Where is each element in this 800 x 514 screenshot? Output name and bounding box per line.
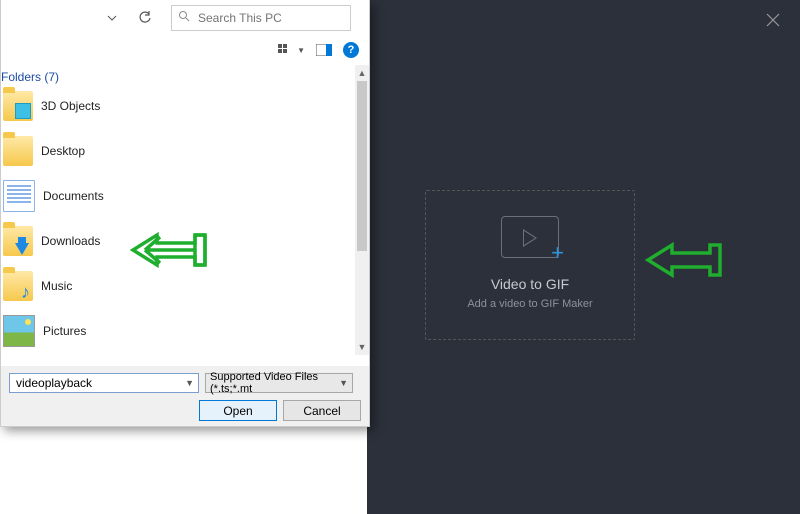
- folder-documents[interactable]: Documents: [3, 178, 369, 214]
- dropzone-title: Video to GIF: [426, 276, 634, 292]
- filename-input[interactable]: [14, 375, 173, 391]
- folder-pictures[interactable]: Pictures: [3, 313, 369, 349]
- dialog-nav-bar: [1, 0, 369, 35]
- video-play-icon: +: [501, 216, 559, 258]
- folder-label: Downloads: [41, 234, 100, 248]
- view-options-button[interactable]: [277, 41, 295, 59]
- preview-pane-button[interactable]: [315, 41, 333, 59]
- close-button[interactable]: [765, 12, 785, 32]
- scroll-up-icon[interactable]: ▲: [355, 65, 369, 81]
- dialog-footer: ▼ Supported Video Files (*.ts;*.mt ▼ Ope…: [1, 366, 369, 426]
- pictures-icon: [3, 315, 35, 347]
- dropzone-subtitle: Add a video to GIF Maker: [426, 298, 634, 310]
- scroll-thumb[interactable]: [357, 81, 367, 251]
- folder-icon: [3, 91, 33, 121]
- chevron-down-icon: ▼: [185, 378, 194, 388]
- search-input[interactable]: [196, 10, 340, 26]
- scrollbar[interactable]: ▲ ▼: [355, 65, 369, 355]
- folder-3d-objects[interactable]: 3D Objects: [3, 88, 369, 124]
- search-icon: [178, 10, 190, 25]
- dialog-content: Folders (7) 3D Objects Desktop Documents…: [1, 65, 369, 355]
- plus-icon: +: [551, 240, 564, 266]
- filetype-label: Supported Video Files (*.ts;*.mt: [210, 371, 339, 395]
- scroll-down-icon[interactable]: ▼: [355, 339, 369, 355]
- chevron-down-icon: ▼: [339, 378, 348, 388]
- chevron-down-icon: ▼: [297, 46, 305, 55]
- path-dropdown-icon[interactable]: [107, 10, 123, 26]
- filename-combobox[interactable]: ▼: [9, 373, 199, 393]
- folder-desktop[interactable]: Desktop: [3, 133, 369, 169]
- help-icon[interactable]: ?: [343, 42, 359, 58]
- folder-label: Documents: [43, 189, 104, 203]
- folder-label: Music: [41, 279, 72, 293]
- folder-label: 3D Objects: [41, 99, 100, 113]
- open-button[interactable]: Open: [199, 400, 277, 421]
- file-open-dialog: ▼ ? Folders (7) 3D Objects Desktop Docum…: [0, 0, 370, 427]
- folder-label: Desktop: [41, 144, 85, 158]
- cancel-button[interactable]: Cancel: [283, 400, 361, 421]
- folder-music[interactable]: ♪ Music: [3, 268, 369, 304]
- folder-label: Pictures: [43, 324, 86, 338]
- documents-icon: [3, 180, 35, 212]
- dialog-toolbar: ▼ ?: [1, 35, 369, 65]
- filetype-dropdown[interactable]: Supported Video Files (*.ts;*.mt ▼: [205, 373, 353, 393]
- folders-header: Folders (7): [1, 65, 369, 88]
- folder-icon: ♪: [3, 271, 33, 301]
- video-to-gif-dropzone[interactable]: + Video to GIF Add a video to GIF Maker: [425, 190, 635, 340]
- refresh-button[interactable]: [137, 10, 153, 26]
- search-box[interactable]: [171, 5, 351, 31]
- folder-downloads[interactable]: Downloads: [3, 223, 369, 259]
- folder-icon: [3, 136, 33, 166]
- folder-icon: [3, 226, 33, 256]
